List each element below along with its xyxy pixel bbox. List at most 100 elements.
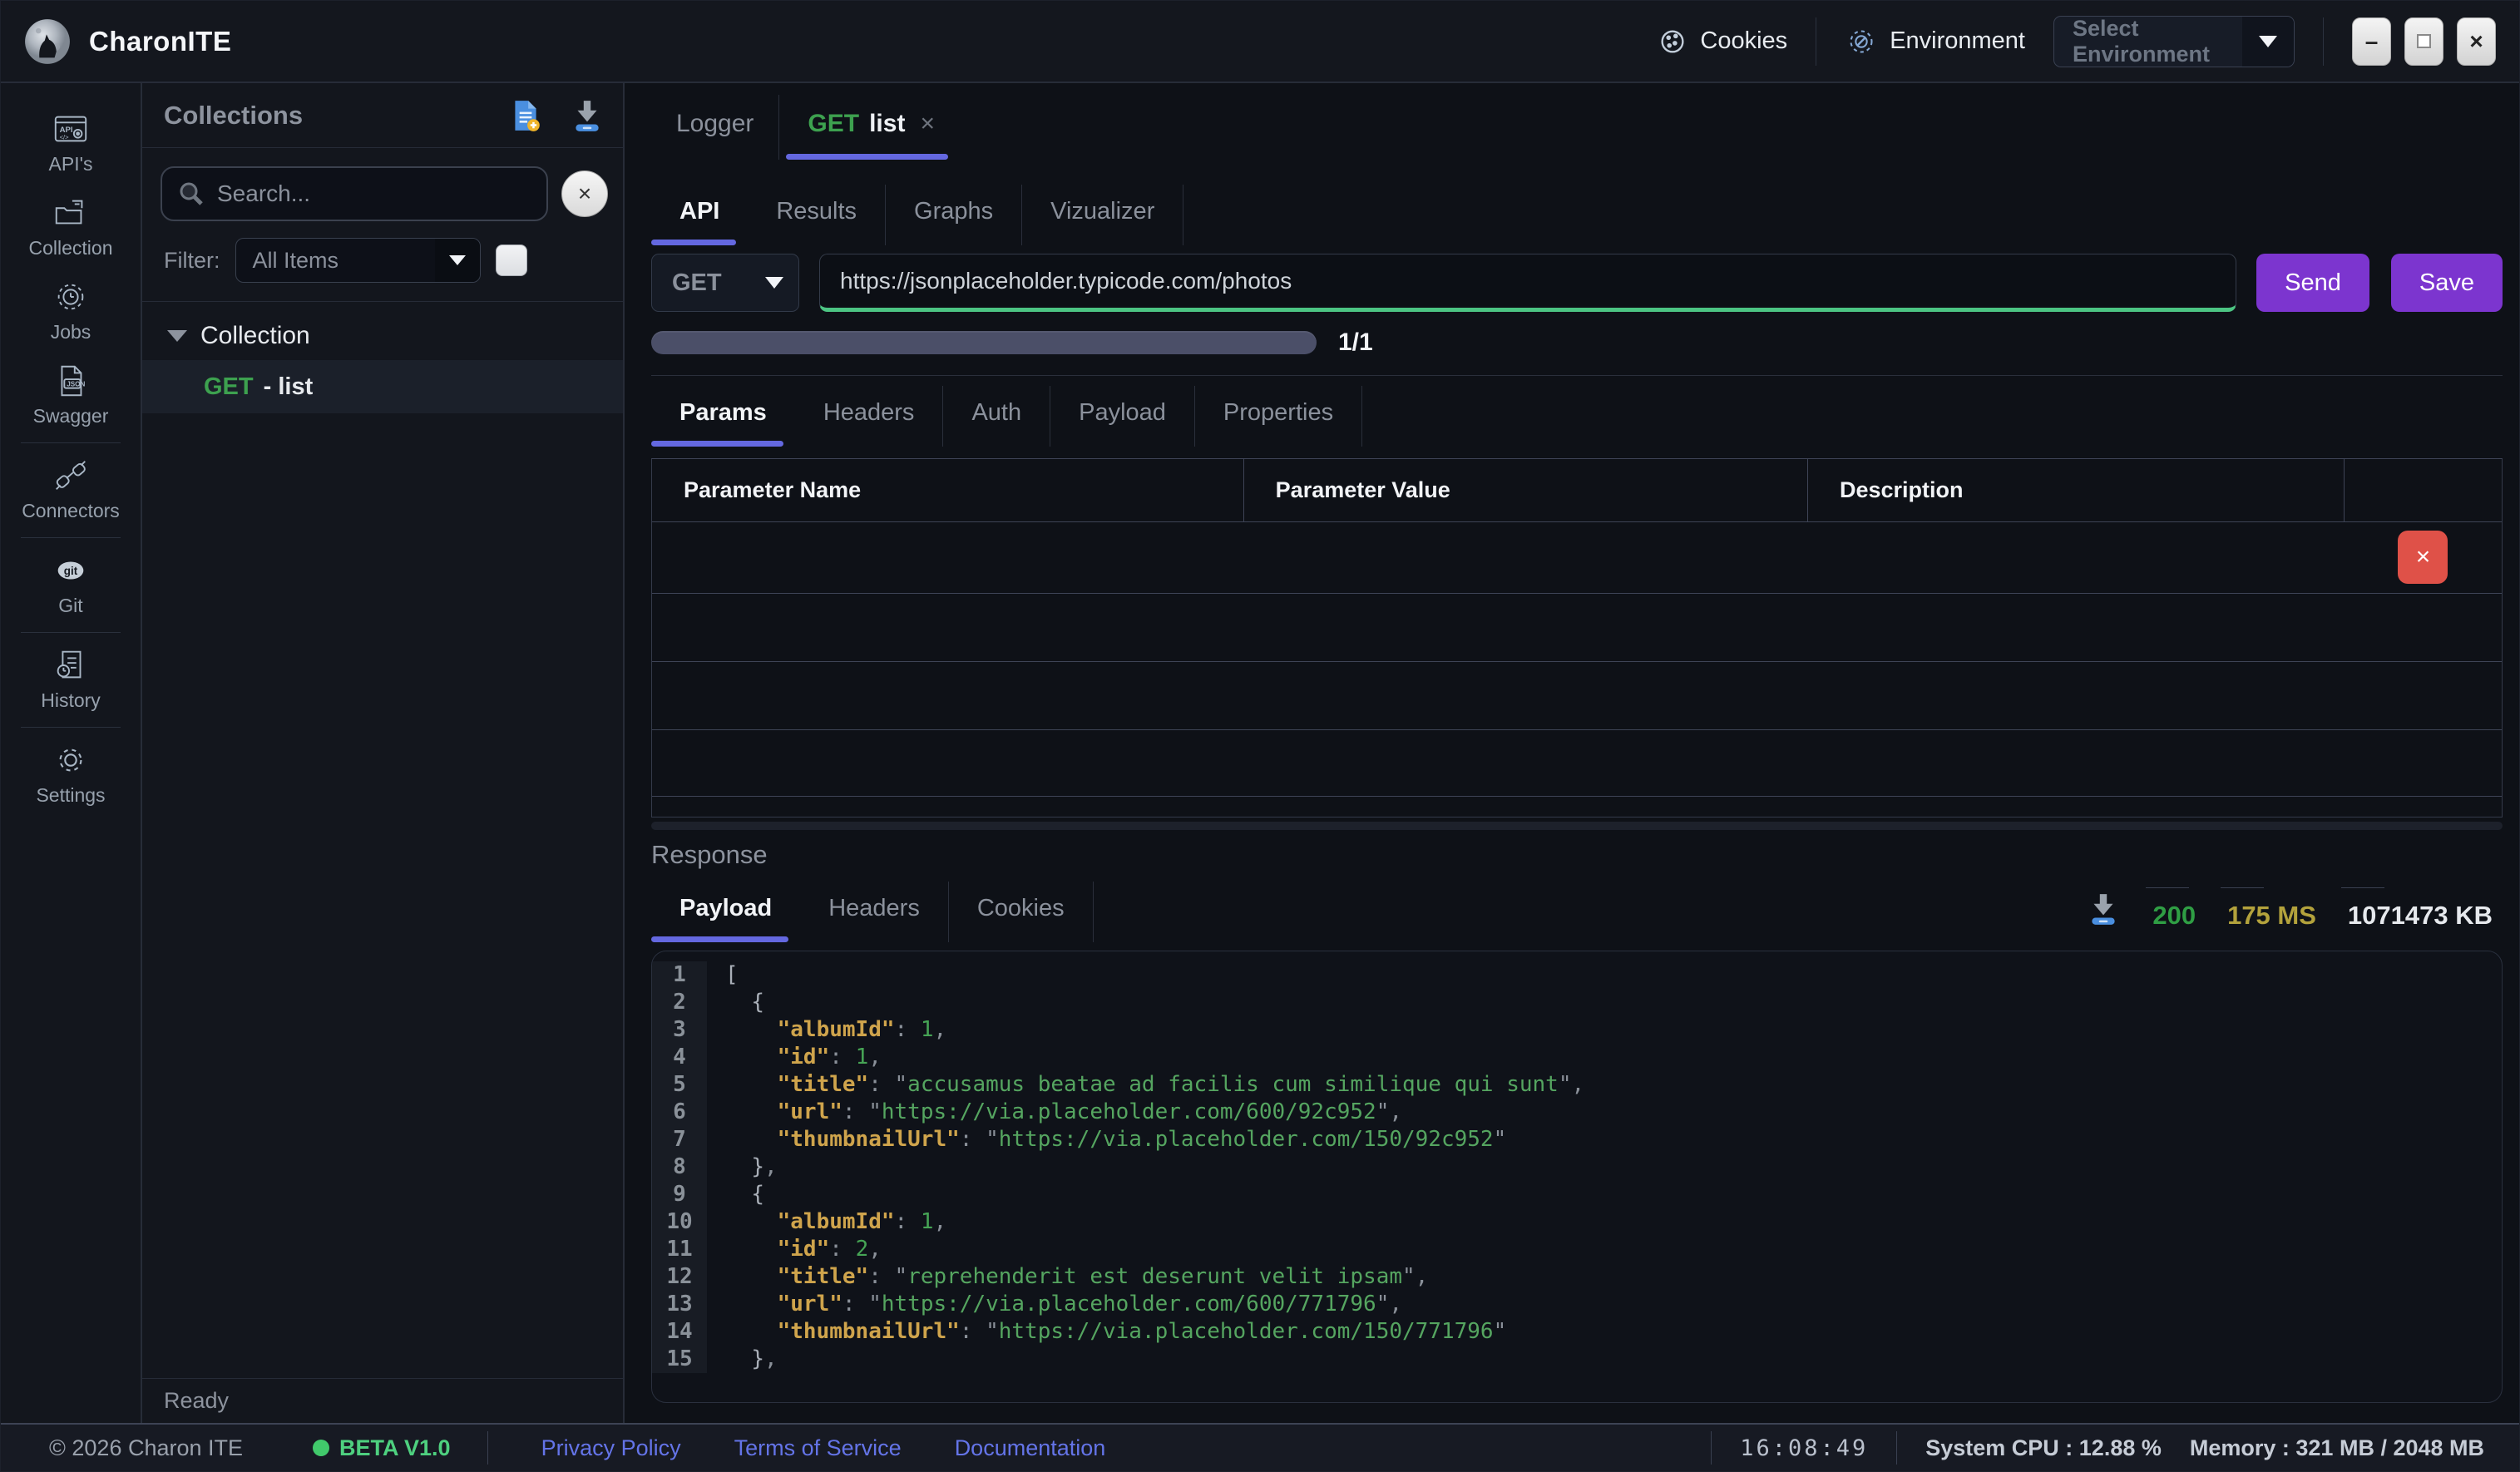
tab-auth[interactable]: Auth: [943, 386, 1050, 447]
line-content: "thumbnailUrl": "https://via.placeholder…: [707, 1318, 1506, 1346]
privacy-policy-link[interactable]: Privacy Policy: [541, 1435, 681, 1461]
tree-request-get-list[interactable]: GET - list: [142, 360, 623, 413]
param-row[interactable]: [652, 594, 2502, 662]
code-line: 5 "title": "accusamus beatae ad facilis …: [652, 1071, 2502, 1099]
documentation-link[interactable]: Documentation: [955, 1435, 1106, 1461]
terms-of-service-link[interactable]: Terms of Service: [734, 1435, 902, 1461]
tab-properties[interactable]: Properties: [1195, 386, 1362, 447]
collections-panel: Collections: [142, 83, 625, 1423]
sidebar-item-history[interactable]: History: [1, 638, 141, 722]
horizontal-scrollbar[interactable]: [651, 822, 2503, 830]
params-table-header: Parameter Name Parameter Value Descripti…: [652, 459, 2502, 522]
tab-response-payload[interactable]: Payload: [651, 882, 800, 942]
chevron-down-icon: [750, 277, 798, 289]
sidebar-item-jobs[interactable]: Jobs: [1, 269, 141, 353]
method-select[interactable]: GET: [651, 254, 799, 312]
tab-response-cookies[interactable]: Cookies: [949, 882, 1094, 942]
footer-metrics: 16:08:49 System CPU : 12.88 % Memory : 3…: [1711, 1431, 2484, 1465]
response-payload-viewer[interactable]: 1[2 {3 "albumId": 1,4 "id": 1,5 "title":…: [651, 951, 2503, 1403]
tab-label: Headers: [828, 895, 920, 921]
search-icon: [177, 180, 205, 208]
filter-checkbox[interactable]: [496, 245, 527, 276]
tab-method: GET: [808, 110, 859, 138]
request-method-badge: GET: [204, 373, 254, 401]
tab-response-headers[interactable]: Headers: [800, 882, 949, 942]
maximize-button[interactable]: [2404, 17, 2443, 66]
remove-row-button[interactable]: ×: [2398, 531, 2448, 584]
line-content: "albumId": 1,: [707, 1208, 946, 1236]
svg-text:</>: </>: [60, 133, 70, 141]
filter-label: Filter:: [164, 248, 220, 274]
collections-tree: Collection GET - list: [142, 302, 623, 1378]
active-tab-underline: [651, 441, 783, 447]
tab-api[interactable]: API: [651, 185, 748, 245]
environment-select[interactable]: Select Environment: [2053, 16, 2295, 67]
sidebar-item-git[interactable]: git Git: [1, 543, 141, 627]
sidebar-item-connectors[interactable]: Connectors: [1, 448, 141, 532]
tab-label: Graphs: [914, 198, 993, 225]
tab-label: Payload: [1079, 399, 1166, 426]
tab-close-icon[interactable]: ×: [920, 110, 935, 138]
import-collection-button[interactable]: [570, 98, 605, 133]
line-number: 12: [652, 1263, 707, 1291]
tab-payload[interactable]: Payload: [1050, 386, 1195, 447]
cookies-button[interactable]: Cookies: [1657, 26, 1787, 57]
sidebar-item-settings[interactable]: Settings: [1, 733, 141, 817]
line-number: 7: [652, 1126, 707, 1153]
param-row[interactable]: [652, 730, 2502, 797]
param-row[interactable]: [652, 797, 2502, 817]
method-select-value: GET: [652, 269, 750, 297]
param-row[interactable]: ×: [652, 522, 2502, 594]
request-bar: GET Send Save: [651, 254, 2503, 312]
footer-statusbar: © 2026 Charon ITE BETA V1.0 Privacy Poli…: [1, 1423, 2519, 1471]
param-name-cell[interactable]: [652, 522, 1244, 593]
line-content: "title": "reprehenderit est deserunt vel…: [707, 1263, 1428, 1291]
close-button[interactable]: ×: [2457, 17, 2496, 66]
download-response-button[interactable]: [2086, 892, 2121, 926]
tab-params[interactable]: Params: [651, 386, 795, 447]
sidebar-item-collection[interactable]: Collection: [1, 185, 141, 269]
topbar: CharonITE Cookies Environment: [1, 1, 2519, 83]
column-header-actions: [2345, 459, 2502, 521]
tab-logger[interactable]: Logger: [651, 95, 778, 160]
tab-vizualizer[interactable]: Vizualizer: [1022, 185, 1183, 245]
tab-headers[interactable]: Headers: [795, 386, 944, 447]
tab-graphs[interactable]: Graphs: [886, 185, 1022, 245]
collection-icon: [52, 194, 90, 232]
code-line: 7 "thumbnailUrl": "https://via.placehold…: [652, 1126, 2502, 1153]
tab-get-list[interactable]: GET list ×: [778, 95, 955, 160]
tab-label: Headers: [823, 399, 915, 426]
save-button[interactable]: Save: [2391, 254, 2503, 312]
topbar-actions: Cookies Environment Select Environment –…: [1657, 16, 2496, 67]
code-line: 12 "title": "reprehenderit est deserunt …: [652, 1263, 2502, 1291]
tree-node-label: Collection: [200, 322, 310, 350]
param-value-cell[interactable]: [1244, 522, 1808, 593]
line-content: [: [707, 961, 739, 989]
tab-results[interactable]: Results: [748, 185, 886, 245]
sidebar-item-swagger[interactable]: JSON Swagger: [1, 353, 141, 437]
footer-divider: [487, 1431, 488, 1465]
environment-button[interactable]: Environment: [1845, 25, 2025, 58]
url-input[interactable]: [819, 254, 2236, 312]
param-row[interactable]: [652, 662, 2502, 730]
search-input[interactable]: [217, 180, 531, 207]
sidebar-item-apis[interactable]: API </> API's: [1, 101, 141, 185]
git-icon: git: [52, 551, 90, 590]
search-clear-button[interactable]: ×: [561, 170, 608, 217]
line-number: 13: [652, 1291, 707, 1318]
new-collection-button[interactable]: [508, 98, 543, 133]
code-line: 4 "id": 1,: [652, 1044, 2502, 1071]
environment-select-value: Select Environment: [2054, 16, 2242, 67]
minimize-button[interactable]: –: [2352, 17, 2391, 66]
tab-label: Vizualizer: [1050, 198, 1154, 225]
filter-select[interactable]: All Items: [235, 238, 481, 283]
response-tabs: Payload Headers Cookies: [651, 882, 1094, 942]
tree-node-collection[interactable]: Collection: [142, 314, 623, 360]
main-content: Logger GET list × API Results Graphs Viz…: [625, 83, 2519, 1423]
topbar-divider: [2323, 17, 2324, 66]
param-description-cell[interactable]: [1808, 522, 2345, 593]
new-document-icon: [508, 98, 543, 133]
tab-label: Cookies: [977, 895, 1065, 921]
send-button[interactable]: Send: [2256, 254, 2369, 312]
environment-label: Environment: [1890, 27, 2025, 55]
